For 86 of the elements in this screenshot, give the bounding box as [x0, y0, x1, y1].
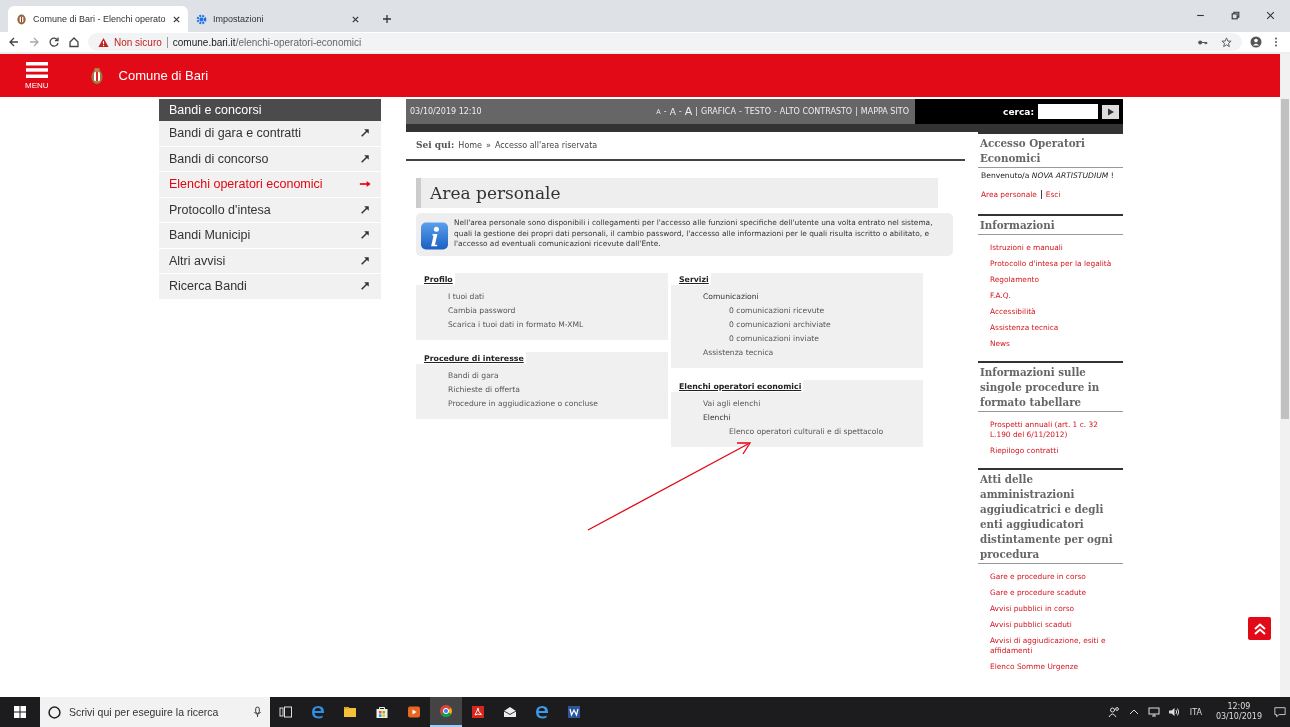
toolbar-link[interactable]: A [669, 106, 676, 117]
folder-icon[interactable] [343, 705, 357, 719]
diagonal-arrow-icon [359, 255, 371, 266]
speaker-icon[interactable] [1167, 706, 1180, 718]
date-time: 03/10/2019 12:10 [410, 107, 482, 116]
sidebar-item[interactable]: Protocollo d'intesa [159, 197, 381, 223]
clock[interactable]: 12:09 03/10/2019 [1215, 702, 1262, 722]
language-indicator[interactable]: ITA [1189, 707, 1202, 717]
address-bar[interactable]: Non sicuro comune.bari.it/elenchi-operatori-economici [88, 33, 1242, 51]
profile-icon[interactable] [1250, 36, 1262, 48]
browser-e-icon[interactable] [311, 705, 325, 719]
toolbar-link[interactable]: GRAFICA [700, 107, 736, 116]
diagonal-arrow-icon [359, 230, 371, 241]
breadcrumb-label: Sei qui: [416, 140, 455, 150]
scrollbar[interactable] [1280, 54, 1290, 697]
gear-icon [196, 13, 207, 25]
close-icon[interactable] [171, 14, 181, 24]
sidebar-item[interactable]: Altri avvisi [159, 248, 381, 274]
notification-icon[interactable] [1274, 706, 1286, 718]
people-icon[interactable] [1107, 706, 1120, 718]
mail-icon[interactable] [503, 705, 517, 719]
diagonal-arrow-icon [359, 204, 371, 215]
back-icon[interactable] [8, 36, 20, 48]
page-title: Area personale [416, 178, 938, 208]
taskbar-search-field[interactable]: Scrivi qui per eseguire la ricerca [40, 697, 270, 727]
crest-icon [90, 66, 103, 85]
separator-text: | [695, 107, 698, 116]
browser-circle-icon[interactable] [439, 704, 453, 718]
restore-icon[interactable] [1230, 10, 1241, 21]
diagonal-arrow-icon [359, 153, 371, 164]
reload-icon[interactable] [48, 36, 60, 48]
sidebar-item[interactable]: Bandi di concorso [159, 146, 381, 172]
separator-text: - [678, 107, 682, 116]
search-field[interactable] [1038, 104, 1098, 119]
word-processor-icon[interactable] [567, 705, 581, 719]
separator-text: - [773, 107, 777, 116]
crest-icon [16, 13, 27, 25]
sidebar-item[interactable]: Bandi di gara e contratti [159, 121, 381, 147]
home-icon[interactable] [68, 36, 80, 48]
back-to-top-button[interactable] [1248, 617, 1271, 640]
sidebar-heading: Informazioni sulle singole procedure in formato tabellare [978, 362, 1123, 412]
diagonal-arrow-icon [359, 128, 371, 139]
play-arrow-icon [1106, 107, 1115, 116]
security-label: Non sicuro [114, 36, 162, 48]
breadcrumb-link[interactable]: Accesso all'area riservata [494, 141, 598, 150]
sidebar-item[interactable]: Ricerca Bandi [159, 274, 381, 300]
browser-tab[interactable]: Comune di Bari - Elenchi operato [8, 6, 188, 32]
warning-icon [98, 36, 109, 48]
sidebar-item[interactable]: Bandi Municipi [159, 223, 381, 249]
search-icon [48, 705, 61, 719]
close-icon[interactable] [1265, 10, 1276, 21]
search-label: cerca: [1003, 106, 1034, 117]
network-icon[interactable] [1147, 706, 1160, 718]
microphone-icon[interactable] [253, 706, 262, 718]
media-player-icon[interactable] [407, 705, 421, 719]
toolbar-link[interactable]: ALTO CONTRASTO [779, 107, 853, 116]
toolbar-link[interactable]: A [684, 105, 693, 118]
toolbar-link[interactable]: MAPPA SITO [860, 107, 909, 116]
site-name[interactable]: Comune di Bari [118, 68, 209, 83]
double-chevron-up-icon [1252, 621, 1267, 636]
separator-text: | [855, 107, 858, 116]
browser-tab[interactable]: Impostazioni [188, 6, 368, 32]
info-icon [421, 221, 448, 251]
pdf-icon[interactable] [471, 705, 485, 719]
sidebar-item[interactable]: Elenchi operatori economici [159, 172, 381, 198]
close-icon[interactable] [351, 14, 360, 24]
sidebar-heading: Atti delle amministrazioni aggiudicatrici e degli enti aggiudicatori distintamente per ogni procedura [978, 469, 1123, 564]
separator-text: - [663, 107, 667, 116]
sidebar-heading: Accesso Operatori Economici [978, 134, 1123, 168]
search-button[interactable] [1102, 104, 1119, 119]
windows-logo-icon[interactable] [14, 706, 26, 718]
menu-button[interactable]: MENU [25, 61, 49, 90]
menu-icon [25, 61, 48, 78]
toolbar-link[interactable]: TESTO [744, 107, 771, 116]
breadcrumb-separator: » [486, 141, 491, 150]
sidebar-heading: Informazioni [978, 215, 1123, 235]
menu-title: Bandi e concorsi [159, 99, 381, 121]
breadcrumb-link[interactable]: Home [458, 141, 482, 150]
new-tab-icon[interactable] [382, 14, 392, 24]
star-icon[interactable] [1221, 36, 1232, 48]
shopping-bag-icon[interactable] [375, 705, 389, 719]
separator-text: - [738, 107, 742, 116]
diagonal-arrow-icon [359, 281, 371, 292]
browser-e-icon[interactable] [535, 705, 549, 719]
task-view-icon[interactable] [279, 705, 293, 719]
url-text: comune.bari.it/elenchi-operatori-economici [172, 36, 362, 48]
